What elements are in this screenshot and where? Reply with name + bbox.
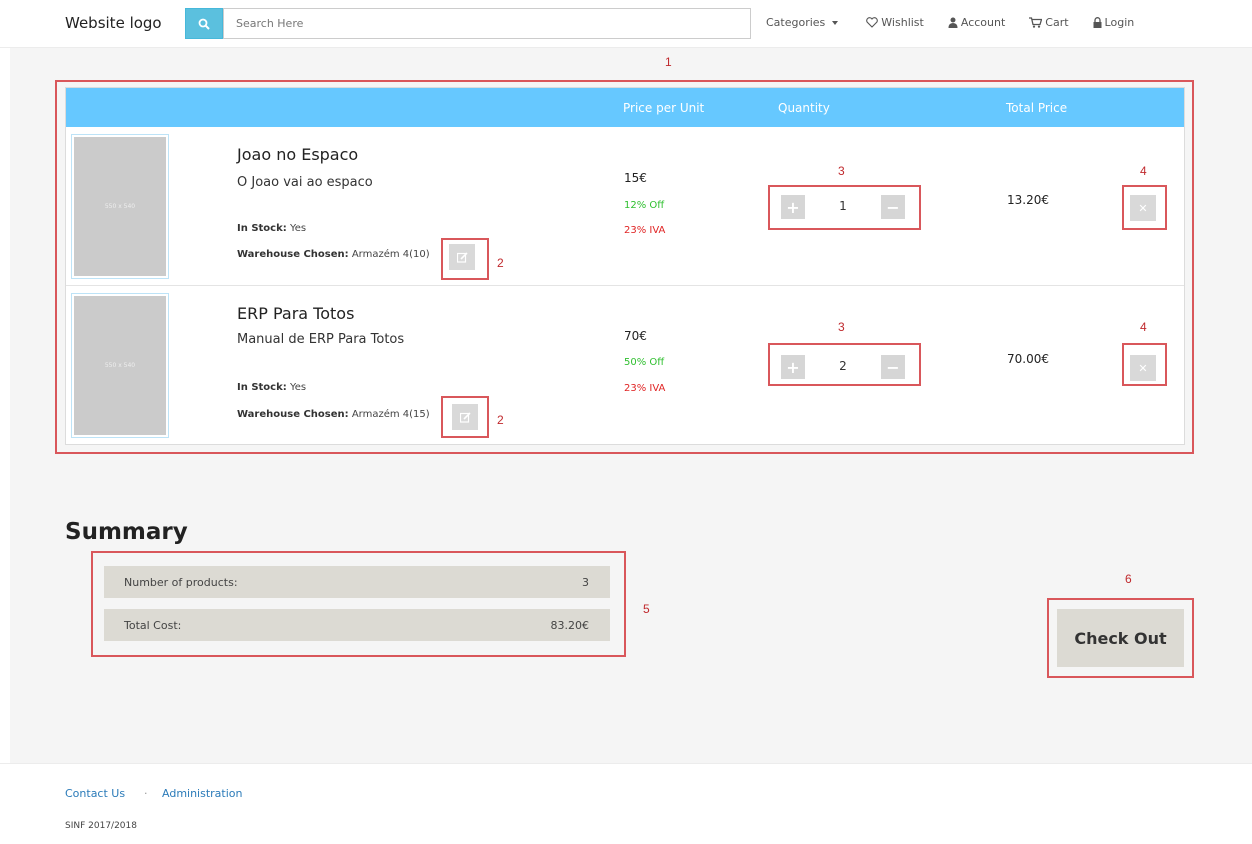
product-image[interactable]: 550 x 540: [71, 293, 169, 438]
warehouse-chosen: Warehouse Chosen: Armazém 4(10): [237, 249, 430, 260]
cart-row: 550 x 540 ERP Para Totos Manual de ERP P…: [66, 285, 1184, 443]
warehouse-value: Armazém 4(15): [351, 409, 430, 420]
remove-item-button[interactable]: ✕: [1130, 355, 1156, 381]
products-count-label: Number of products:: [124, 576, 238, 589]
column-header-total: Total Price: [1006, 101, 1068, 115]
heart-icon: [866, 17, 879, 28]
increase-quantity-button[interactable]: +: [781, 195, 805, 219]
top-navbar: Website logo Categories Wishlist Account…: [0, 0, 1252, 48]
product-name[interactable]: ERP Para Totos: [237, 304, 354, 323]
stock-status: In Stock: Yes: [237, 382, 306, 393]
discount-label: 50% Off: [624, 357, 665, 368]
summary-products-row: Number of products: 3: [104, 566, 610, 598]
summary-title: Summary: [65, 519, 188, 545]
column-header-price: Price per Unit: [623, 101, 705, 115]
nav-links: Categories Wishlist Account Cart Login: [766, 16, 1134, 29]
total-cost-value: 83.20€: [550, 619, 590, 632]
annotation-number: 1: [665, 55, 672, 69]
website-logo[interactable]: Website logo: [65, 14, 162, 32]
total-cost-label: Total Cost:: [124, 619, 182, 632]
minus-icon: −: [886, 197, 900, 217]
stock-value: Yes: [289, 223, 307, 234]
cart-row: 550 x 540 Joao no Espaco O Joao vai ao e…: [66, 127, 1184, 285]
cart-table: Price per Unit Quantity Total Price 550 …: [65, 87, 1185, 445]
products-count-value: 3: [582, 576, 589, 589]
search-icon: [198, 18, 210, 30]
line-total: 13.20€: [1007, 193, 1049, 207]
close-icon: ✕: [1138, 361, 1148, 375]
plus-icon: +: [786, 197, 800, 217]
stock-label: In Stock:: [237, 223, 287, 234]
quantity-value[interactable]: 2: [833, 359, 853, 373]
annotation-number: 2: [497, 256, 504, 270]
minus-icon: −: [886, 357, 900, 377]
user-icon: [948, 17, 958, 28]
checkout-button[interactable]: Check Out: [1057, 609, 1184, 667]
summary-cost-row: Total Cost: 83.20€: [104, 609, 610, 641]
stock-value: Yes: [289, 382, 307, 393]
nav-cart[interactable]: Cart: [1029, 16, 1069, 29]
product-description: O Joao vai ao espaco: [237, 175, 373, 190]
nav-login-label: Login: [1104, 16, 1135, 29]
search-button[interactable]: [185, 8, 223, 39]
product-name[interactable]: Joao no Espaco: [237, 145, 358, 164]
cart-table-header: Price per Unit Quantity Total Price: [66, 88, 1184, 127]
warehouse-value: Armazém 4(10): [351, 249, 430, 260]
column-header-quantity: Quantity: [778, 101, 830, 115]
footer: Contact Us · Administration SINF 2017/20…: [0, 763, 1252, 844]
product-image[interactable]: 550 x 540: [71, 134, 169, 279]
tax-label: 23% IVA: [624, 225, 666, 236]
annotation-number: 3: [838, 320, 845, 334]
nav-cart-label: Cart: [1045, 16, 1069, 29]
caret-down-icon: [832, 20, 839, 25]
search-input[interactable]: [223, 8, 751, 39]
contact-us-link[interactable]: Contact Us: [65, 787, 125, 800]
image-placeholder-label: 550 x 540: [74, 137, 166, 276]
footer-separator: ·: [144, 787, 148, 800]
administration-link[interactable]: Administration: [162, 787, 243, 800]
nav-account[interactable]: Account: [948, 16, 1005, 29]
unit-price: 70€: [624, 329, 647, 343]
product-description: Manual de ERP Para Totos: [237, 332, 405, 347]
warehouse-label: Warehouse Chosen:: [237, 249, 349, 260]
nav-categories-label: Categories: [766, 16, 826, 29]
close-icon: ✕: [1138, 201, 1148, 215]
edit-warehouse-button[interactable]: [452, 404, 478, 430]
annotation-number: 3: [838, 164, 845, 178]
nav-login[interactable]: Login: [1093, 16, 1135, 29]
cart-icon: [1029, 17, 1043, 28]
edit-icon: [456, 251, 468, 263]
remove-item-button[interactable]: ✕: [1130, 195, 1156, 221]
nav-wishlist-label: Wishlist: [881, 16, 924, 29]
edit-icon: [459, 411, 471, 423]
warehouse-label: Warehouse Chosen:: [237, 409, 349, 420]
discount-label: 12% Off: [624, 200, 665, 211]
stock-status: In Stock: Yes: [237, 223, 306, 234]
annotation-number: 4: [1140, 164, 1147, 178]
image-placeholder-label: 550 x 540: [74, 296, 166, 435]
annotation-number: 2: [497, 413, 504, 427]
quantity-value[interactable]: 1: [833, 199, 853, 213]
nav-account-label: Account: [960, 16, 1006, 29]
tax-label: 23% IVA: [624, 383, 666, 394]
stock-label: In Stock:: [237, 382, 287, 393]
warehouse-chosen: Warehouse Chosen: Armazém 4(15): [237, 409, 430, 420]
annotation-number: 4: [1140, 320, 1147, 334]
line-total: 70.00€: [1007, 352, 1049, 366]
plus-icon: +: [786, 357, 800, 377]
annotation-number: 6: [1125, 572, 1132, 586]
nav-wishlist[interactable]: Wishlist: [866, 16, 924, 29]
nav-categories[interactable]: Categories: [766, 16, 839, 29]
edit-warehouse-button[interactable]: [449, 244, 475, 270]
unit-price: 15€: [624, 171, 647, 185]
decrease-quantity-button[interactable]: −: [881, 355, 905, 379]
lock-icon: [1093, 17, 1102, 28]
increase-quantity-button[interactable]: +: [781, 355, 805, 379]
decrease-quantity-button[interactable]: −: [881, 195, 905, 219]
annotation-number: 5: [643, 602, 650, 616]
copyright-text: SINF 2017/2018: [65, 821, 137, 831]
